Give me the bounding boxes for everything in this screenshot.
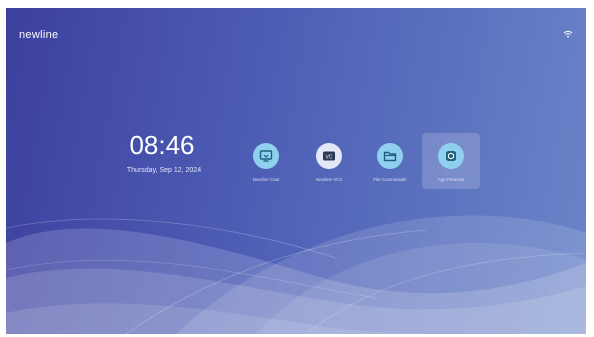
newline-vc3-icon: VC — [316, 143, 342, 169]
app-pedestal-icon — [438, 143, 464, 169]
app-newline-cast[interactable]: Newline Cast — [237, 133, 295, 189]
app-newline-vc3[interactable]: VC Newline VC3 — [300, 133, 358, 189]
home-screen: newline 08:46 Thursday, Sep 12, 2024 New… — [6, 8, 586, 334]
newline-cast-icon — [253, 143, 279, 169]
app-label: App Pedestal — [437, 177, 465, 182]
wave-background — [6, 215, 586, 334]
app-label: File Commander — [373, 177, 407, 182]
app-label: Newline VC3 — [315, 177, 342, 182]
svg-text:VC: VC — [326, 155, 333, 161]
app-file-commander[interactable]: File Commander — [361, 133, 419, 189]
app-label: Newline Cast — [252, 177, 280, 182]
file-commander-icon — [377, 143, 403, 169]
wifi-icon[interactable] — [563, 30, 573, 38]
brand-logo: newline — [19, 29, 59, 41]
clock-date: Thursday, Sep 12, 2024 — [126, 167, 202, 174]
app-app-pedestal[interactable]: App Pedestal — [422, 133, 480, 189]
clock-time: 08:46 — [129, 130, 195, 160]
